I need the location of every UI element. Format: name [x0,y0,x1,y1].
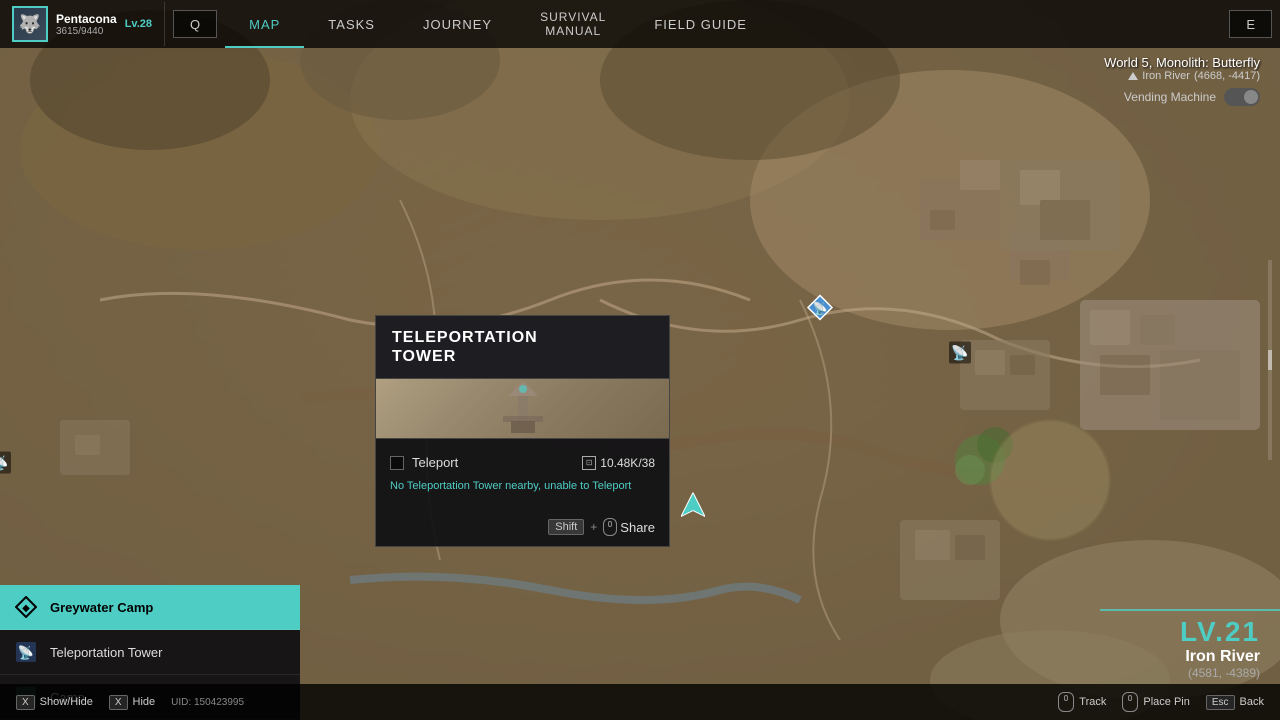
teleport-left: Teleport [390,455,458,470]
error-message: No Teleportation Tower nearby, unable to… [390,476,655,500]
map-marker-wifi1[interactable]: 📡 [949,342,971,369]
svg-text:📡: 📡 [18,644,34,660]
svg-text:📡: 📡 [813,301,828,316]
map-marker-wifi2[interactable]: 📡 [0,452,11,479]
greywater-icon: ◆ [14,595,38,619]
player-name: Pentacona [56,12,117,26]
popup-body: Teleport ⊡ 10.48K/38 No Teleportation To… [376,439,669,510]
tab-map[interactable]: MAP [225,0,304,48]
show-hide-label: Show/Hide [40,696,93,708]
popup-footer: Shift + Share [376,510,669,546]
map-marker-diamond[interactable]: 📡 [806,294,834,327]
mouse-button [608,521,612,527]
mouse-share: Share [603,518,655,536]
place-pin-label: Place Pin [1143,696,1189,708]
player-stats: 3615/9440 [56,26,117,37]
tab-tasks[interactable]: TASKS [304,0,399,48]
teleport-label: Teleport [412,455,458,470]
bottom-right-location: LV.21 Iron River (4581, -4389) [1180,616,1260,680]
tower-list-icon: 📡 [14,640,38,664]
teleport-option-row: Teleport ⊡ 10.48K/38 [390,449,655,476]
place-pin-mouse-btn [1128,695,1132,701]
cost-value: 10.48K/38 [600,456,655,470]
tower-popup: TELEPORTATIONTOWER Teleport ⊡ 10.48K/38 … [375,315,670,547]
hide-key: X [109,695,128,710]
player-info: 🐺 Pentacona 3615/9440 Lv.28 [0,2,165,46]
show-hide-control[interactable]: X Show/Hide [16,695,93,710]
hide-control[interactable]: X Hide [109,695,155,710]
top-right-info: World 5, Monolith: Butterfly Iron River … [1104,55,1260,106]
track-mouse-icon [1058,692,1074,712]
player-avatar: 🐺 [12,6,48,42]
popup-image [376,379,669,439]
back-action[interactable]: Esc Back [1206,695,1264,710]
mouse-icon [603,518,617,536]
tab-survival[interactable]: SURVIVALMANUAL [516,0,630,48]
teleport-cost: ⊡ 10.48K/38 [582,456,655,470]
tower-list-label: Teleportation Tower [50,645,163,660]
location-place-coords: (4581, -4389) [1180,666,1260,680]
tab-field-guide[interactable]: FIELD GUIDE [630,0,771,48]
player-marker [681,493,705,528]
esc-key: Esc [1206,695,1235,710]
svg-text:◆: ◆ [22,603,30,614]
track-action[interactable]: Track [1058,692,1106,712]
uid-text: UID: 150423995 [171,697,244,708]
list-item-greywater[interactable]: ◆ Greywater Camp [0,585,300,630]
q-button[interactable]: Q [173,10,217,38]
shift-key-badge: Shift [548,519,584,535]
location-level: LV.21 [1180,616,1260,648]
vending-machine-row: Vending Machine [1104,88,1260,106]
place-pin-action[interactable]: Place Pin [1122,692,1189,712]
bottom-bar: X Show/Hide X Hide UID: 150423995 Track … [0,684,1280,720]
e-button[interactable]: E [1229,10,1272,38]
bottom-right-controls: Track Place Pin Esc Back [1058,692,1264,712]
popup-title: TELEPORTATIONTOWER [392,328,653,366]
teleport-checkbox[interactable] [390,456,404,470]
player-level: Lv.28 [125,18,152,30]
vending-label: Vending Machine [1124,90,1216,104]
svg-text:📡: 📡 [951,344,969,362]
greywater-label: Greywater Camp [50,600,153,615]
location-place-name: Iron River [1180,648,1260,666]
list-item-tower[interactable]: 📡 Teleportation Tower [0,630,300,675]
track-mouse-btn [1064,695,1068,701]
place-pin-mouse-icon [1122,692,1138,712]
hide-label: Hide [133,696,156,708]
back-label: Back [1240,696,1264,708]
share-label[interactable]: Share [620,520,655,535]
svg-text:📡: 📡 [0,454,9,472]
track-label: Track [1079,696,1106,708]
popup-header: TELEPORTATIONTOWER [376,316,669,379]
region-name: Iron River [1142,70,1190,82]
toggle-knob [1244,90,1258,104]
cost-icon: ⊡ [582,456,596,470]
show-hide-key: X [16,695,35,710]
location-triangle-icon [1128,72,1138,80]
player-details: Pentacona 3615/9440 [56,12,117,37]
scrollbar-thumb [1268,350,1272,370]
plus-sign: + [590,520,597,534]
tab-journey[interactable]: JOURNEY [399,0,516,48]
coords-text: (4668, -4417) [1194,70,1260,82]
nav-tabs: MAP TASKS JOURNEY SURVIVALMANUAL FIELD G… [225,0,1221,48]
top-navigation: 🐺 Pentacona 3615/9440 Lv.28 Q MAP TASKS … [0,0,1280,48]
vending-toggle[interactable] [1224,88,1260,106]
world-name: World 5, Monolith: Butterfly [1104,55,1260,70]
map-scrollbar[interactable] [1268,260,1272,460]
location-coords-info: Iron River (4668, -4417) [1104,70,1260,82]
bottom-left-controls: X Show/Hide X Hide UID: 150423995 [16,695,244,710]
